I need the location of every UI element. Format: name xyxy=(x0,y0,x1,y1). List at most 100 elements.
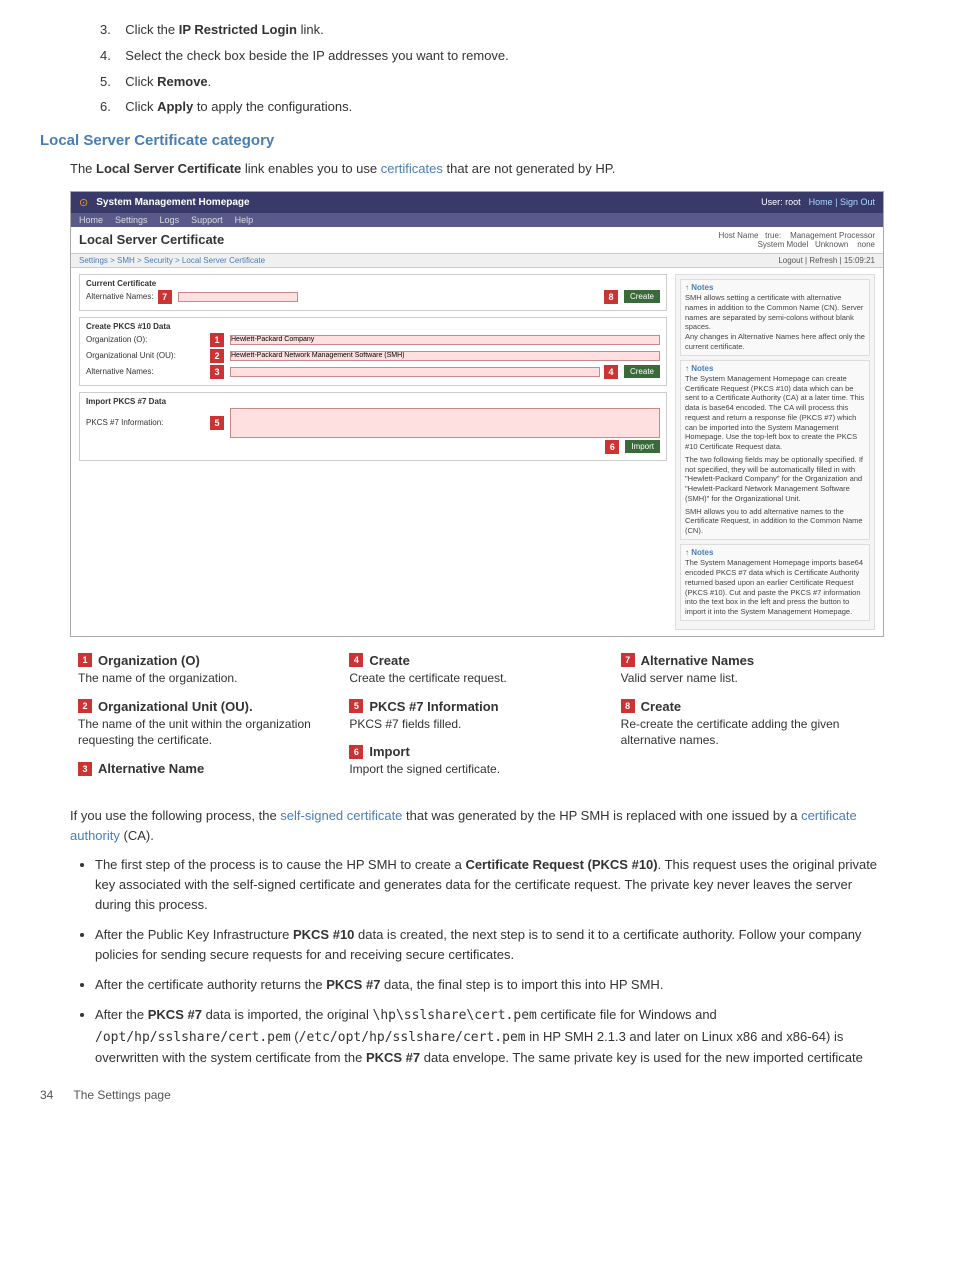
note-2-text2: The two following fields may be optional… xyxy=(685,455,865,504)
section-heading: Local Server Certificate category xyxy=(40,132,914,149)
badge-4-create: 4 xyxy=(604,365,618,379)
callout-8-heading: 8 Create xyxy=(621,699,876,714)
create-pkcs10-btn[interactable]: Create xyxy=(624,365,660,378)
current-cert-label: Current Certificate xyxy=(86,279,660,288)
alt-names-input[interactable] xyxy=(178,292,298,302)
body-bullet-list: The first step of the process is to caus… xyxy=(95,855,884,1068)
callout-4: 4 Create Create the certificate request. xyxy=(349,653,604,687)
bullet-1: The first step of the process is to caus… xyxy=(95,855,884,915)
callout-6: 6 Import Import the signed certificate. xyxy=(349,744,604,778)
smh-nav: Home Settings Logs Support Help xyxy=(71,213,883,227)
self-signed-cert-link[interactable]: self-signed certificate xyxy=(280,808,402,823)
badge-callout-1: 1 xyxy=(78,653,92,667)
badge-callout-5: 5 xyxy=(349,699,363,713)
step-3: 3. Click the IP Restricted Login link. xyxy=(100,20,914,41)
note-2-text3: SMH allows you to add alternative names … xyxy=(685,507,865,536)
import-btn[interactable]: Import xyxy=(625,440,660,453)
note-2-title: ↑ Notes xyxy=(685,364,865,374)
callout-4-text: Create the certificate request. xyxy=(349,670,604,687)
callout-1: 1 Organization (O) The name of the organ… xyxy=(78,653,333,687)
smh-logo: System Management Homepage xyxy=(96,197,249,208)
note-3: ↑ Notes The System Management Homepage i… xyxy=(680,544,870,621)
step-6: 6. Click Apply to apply the configuratio… xyxy=(100,97,914,118)
callout-7-text: Valid server name list. xyxy=(621,670,876,687)
page-number: 34 xyxy=(40,1088,53,1102)
badge-5-pkcs7: 5 xyxy=(210,416,224,430)
badge-callout-7: 7 xyxy=(621,653,635,667)
smh-left-panel: Current Certificate Alternative Names: 7… xyxy=(79,274,667,630)
callout-5: 5 PKCS #7 Information PKCS #7 fields fil… xyxy=(349,699,604,733)
callout-col-2: 4 Create Create the certificate request.… xyxy=(341,653,612,790)
ou-input[interactable] xyxy=(230,351,660,361)
callout-5-heading: 5 PKCS #7 Information xyxy=(349,699,604,714)
badge-callout-8: 8 xyxy=(621,699,635,713)
step-4: 4. Select the check box beside the IP ad… xyxy=(100,46,914,67)
pkcs7-input[interactable] xyxy=(230,408,660,438)
smh-info: Host Name true: Management Processor Sys… xyxy=(718,231,875,249)
pkcs10-alt-input[interactable] xyxy=(230,367,600,377)
bullet-4: After the PKCS #7 data is imported, the … xyxy=(95,1005,884,1067)
badge-2-ou: 2 xyxy=(210,349,224,363)
pkcs7-row: PKCS #7 Information: 5 xyxy=(86,408,660,438)
smh-user: User: root xyxy=(761,197,801,207)
bullet-2: After the Public Key Infrastructure PKCS… xyxy=(95,925,884,965)
smh-toolbar: Logout | Refresh | 15:09:21 xyxy=(778,256,875,265)
badge-7: 7 xyxy=(158,290,172,304)
alt-names-row: Alternative Names: 7 8 Create xyxy=(86,290,660,304)
note-1-title: ↑ Notes xyxy=(685,283,865,293)
note-2: ↑ Notes The System Management Homepage c… xyxy=(680,360,870,540)
pkcs7-label: Import PKCS #7 Data xyxy=(86,397,660,406)
pkcs10-alt-row: Alternative Names: 3 4 Create xyxy=(86,365,660,379)
create-cert-btn[interactable]: Create xyxy=(624,290,660,303)
note-1-text: SMH allows setting a certificate with al… xyxy=(685,293,865,332)
callout-4-heading: 4 Create xyxy=(349,653,604,668)
callout-3-heading: 3 Alternative Name xyxy=(78,761,333,776)
certificates-link[interactable]: certificates xyxy=(381,161,443,176)
pkcs7-section: Import PKCS #7 Data PKCS #7 Information:… xyxy=(79,392,667,461)
callout-7: 7 Alternative Names Valid server name li… xyxy=(621,653,876,687)
smh-title-bar: Local Server Certificate Host Name true:… xyxy=(71,227,883,254)
badge-3-alt: 3 xyxy=(210,365,224,379)
nav-help[interactable]: Help xyxy=(235,215,254,225)
import-row: 6 Import xyxy=(86,440,660,454)
ou-label: Organizational Unit (OU): xyxy=(86,351,206,360)
badge-callout-4: 4 xyxy=(349,653,363,667)
ou-row: Organizational Unit (OU): 2 xyxy=(86,349,660,363)
footer: 34 The Settings page xyxy=(40,1088,914,1102)
note-2-text: The System Management Homepage can creat… xyxy=(685,374,865,452)
badge-1-org: 1 xyxy=(210,333,224,347)
current-cert-section: Current Certificate Alternative Names: 7… xyxy=(79,274,667,311)
cert-path-linux: /opt/hp/sslshare/cert.pem xyxy=(95,1030,291,1045)
callout-col-3: 7 Alternative Names Valid server name li… xyxy=(613,653,884,790)
intro-text: The Local Server Certificate link enable… xyxy=(70,159,914,179)
callout-grid: 1 Organization (O) The name of the organ… xyxy=(70,653,884,790)
cert-authority-link[interactable]: certificate authority xyxy=(70,808,857,843)
nav-support[interactable]: Support xyxy=(191,215,223,225)
org-row: Organization (O): 1 xyxy=(86,333,660,347)
badge-callout-2: 2 xyxy=(78,699,92,713)
note-1-text2: Any changes in Alternative Names here af… xyxy=(685,332,865,352)
bullet-3: After the certificate authority returns … xyxy=(95,975,884,995)
org-input[interactable] xyxy=(230,335,660,345)
callout-2-heading: 2 Organizational Unit (OU). xyxy=(78,699,333,714)
alt-names-label: Alternative Names: xyxy=(86,292,154,301)
smh-main-content: Current Certificate Alternative Names: 7… xyxy=(71,268,883,636)
badge-callout-3: 3 xyxy=(78,762,92,776)
callout-6-heading: 6 Import xyxy=(349,744,604,759)
smh-right-panel: ↑ Notes SMH allows setting a certificate… xyxy=(675,274,875,630)
cert-path-windows: \hp\sslshare\cert.pem xyxy=(373,1008,537,1023)
callout-1-heading: 1 Organization (O) xyxy=(78,653,333,668)
note-3-title: ↑ Notes xyxy=(685,548,865,558)
note-1: ↑ Notes SMH allows setting a certificate… xyxy=(680,279,870,356)
intro-bold: Local Server Certificate xyxy=(96,161,241,176)
callout-8: 8 Create Re-create the certificate addin… xyxy=(621,699,876,750)
cert-path-linux-alt: /etc/opt/hp/sslshare/cert.pem xyxy=(299,1030,526,1045)
callout-1-text: The name of the organization. xyxy=(78,670,333,687)
nav-settings[interactable]: Settings xyxy=(115,215,148,225)
note-3-text: The System Management Homepage imports b… xyxy=(685,558,865,617)
nav-home[interactable]: Home xyxy=(79,215,103,225)
nav-logs[interactable]: Logs xyxy=(160,215,180,225)
smh-nav-links: Home | Sign Out xyxy=(809,197,875,207)
badge-callout-6: 6 xyxy=(349,745,363,759)
pkcs7-info-label: PKCS #7 Information: xyxy=(86,418,206,427)
